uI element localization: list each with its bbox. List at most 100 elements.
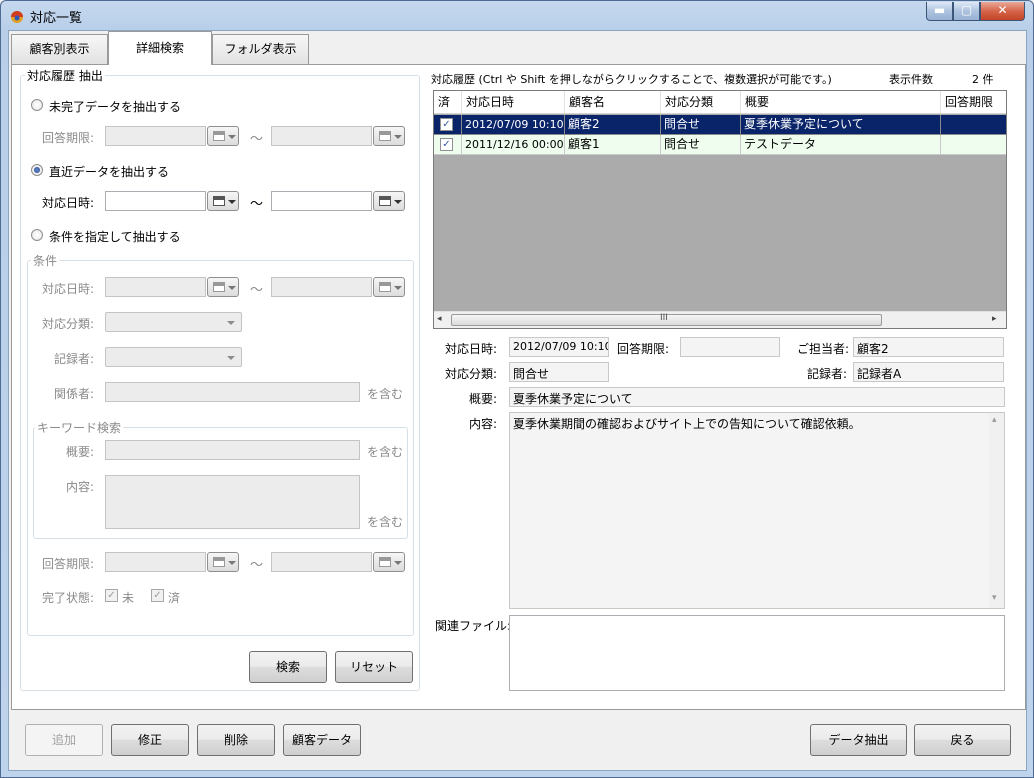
customer-data-button[interactable]: 顧客データ [283, 724, 361, 756]
maximize-button[interactable]: ▢ [953, 2, 980, 21]
scroll-down-arrow-icon[interactable]: ▾ [992, 593, 997, 603]
condition-date-to[interactable] [271, 277, 372, 297]
answer-deadline-label: 回答期限: [42, 131, 95, 145]
row-summary: 夏季休業予定について [741, 115, 941, 135]
condition-group-title: 条件 [31, 252, 60, 269]
detail-deadline-value [680, 337, 780, 357]
title-bar[interactable]: 対応一覧 ▬ ▢ ✕ [1, 1, 1033, 29]
detail-category-label: 対応分類: [445, 367, 498, 381]
chevron-down-icon [227, 356, 235, 360]
table-row[interactable]: ✓ 2012/07/09 10:10 顧客2 問合せ 夏季休業予定について [434, 115, 1006, 135]
range-tilde: ～ [250, 558, 264, 573]
row-category: 問合せ [661, 135, 741, 155]
column-header-customer[interactable]: 顧客名 [565, 91, 661, 114]
delete-button[interactable]: 削除 [197, 724, 275, 756]
detail-files-label: 関連ファイル: [435, 619, 512, 633]
data-extract-button[interactable]: データ抽出 [810, 724, 907, 756]
row-summary: テストデータ [741, 135, 941, 155]
row-category: 問合せ [661, 115, 741, 135]
radio-recent-label: 直近データを抽出する [49, 165, 170, 179]
answer-deadline2-label: 回答期限: [42, 557, 95, 571]
response-date-from-calendar-button[interactable] [207, 191, 239, 211]
column-header-deadline[interactable]: 回答期限 [941, 91, 1006, 114]
radio-condition[interactable] [31, 229, 43, 241]
scroll-right-arrow-icon[interactable]: ▸ [992, 314, 997, 324]
response-date-to-calendar-button[interactable] [373, 191, 405, 211]
status-incomplete-label: 未 [122, 591, 135, 605]
add-button[interactable]: 追加 [25, 724, 103, 756]
keyword-group-title: キーワード検索 [35, 419, 124, 436]
tab-customer-view[interactable]: 顧客別表示 [11, 34, 108, 64]
grid-horizontal-scrollbar[interactable]: ◂ III ▸ [434, 311, 1006, 328]
detail-recorder-label: 記録者: [807, 367, 848, 381]
detail-date-label: 対応日時: [445, 342, 498, 356]
column-header-category[interactable]: 対応分類 [661, 91, 741, 114]
dropdown-arrow-icon [228, 561, 236, 565]
condition-date-to-calendar-button[interactable] [373, 277, 405, 297]
history-label: 対応履歴 (Ctrl や Shift を押しながらクリックすることで、複数選択が… [431, 73, 832, 86]
dropdown-arrow-icon [228, 200, 236, 204]
answer-deadline-to[interactable] [271, 126, 372, 146]
detail-content-text: 夏季休業期間の確認およびサイト上での告知について確認依頼。 [513, 417, 861, 431]
dropdown-arrow-icon [394, 135, 402, 139]
tab-panel-detail-search: 対応履歴 抽出 未完了データを抽出する 回答期限: ～ 直近データを抽出する 対… [11, 64, 1026, 710]
reset-button[interactable]: リセット [335, 651, 413, 683]
range-tilde: ～ [250, 197, 264, 212]
range-tilde: ～ [250, 283, 264, 298]
answer-deadline2-to[interactable] [271, 552, 372, 572]
scroll-up-arrow-icon[interactable]: ▴ [992, 415, 997, 425]
minimize-button[interactable]: ▬ [926, 2, 953, 21]
calendar-icon [379, 131, 391, 141]
tab-detail-search[interactable]: 詳細検索 [108, 31, 212, 65]
status-incomplete-checkbox[interactable]: ✓ [105, 589, 118, 602]
column-header-done[interactable]: 済 [434, 91, 462, 114]
edit-button[interactable]: 修正 [111, 724, 189, 756]
dropdown-arrow-icon [394, 200, 402, 204]
back-button[interactable]: 戻る [914, 724, 1011, 756]
detail-deadline-label: 回答期限: [617, 342, 670, 356]
condition-related-input[interactable] [105, 382, 360, 402]
range-tilde: ～ [250, 132, 264, 147]
detail-owner-label: ご担当者: [797, 342, 850, 356]
table-row[interactable]: ✓ 2011/12/16 00:00 顧客1 問合せ テストデータ [434, 135, 1006, 155]
row-done-checkbox[interactable]: ✓ [440, 138, 453, 151]
detail-summary-label: 概要: [469, 392, 498, 406]
response-date-to[interactable] [271, 191, 372, 211]
condition-recorder-label: 記録者: [54, 352, 95, 366]
condition-category-select[interactable] [105, 312, 242, 332]
detail-owner-value: 顧客2 [853, 337, 1004, 357]
status-done-checkbox[interactable]: ✓ [151, 589, 164, 602]
extract-group-title: 対応履歴 抽出 [25, 67, 105, 84]
answer-deadline2-from[interactable] [105, 552, 206, 572]
tab-folder-view[interactable]: フォルダ表示 [212, 34, 309, 64]
detail-summary-value: 夏季休業予定について [509, 387, 1005, 407]
related-files-list[interactable] [509, 615, 1005, 691]
keyword-content-input[interactable] [105, 475, 360, 529]
column-header-summary[interactable]: 概要 [741, 91, 941, 114]
response-date-from[interactable] [105, 191, 206, 211]
chevron-down-icon [227, 321, 235, 325]
keyword-summary-input[interactable] [105, 440, 360, 460]
scroll-left-arrow-icon[interactable]: ◂ [437, 314, 442, 324]
scroll-thumb[interactable]: III [451, 313, 882, 326]
radio-incomplete[interactable] [31, 99, 43, 111]
calendar-icon [213, 196, 225, 206]
dropdown-arrow-icon [228, 286, 236, 290]
answer-deadline2-from-calendar-button[interactable] [207, 552, 239, 572]
condition-recorder-select[interactable] [105, 347, 242, 367]
answer-deadline2-to-calendar-button[interactable] [373, 552, 405, 572]
answer-deadline-to-calendar-button[interactable] [373, 126, 405, 146]
condition-date-from[interactable] [105, 277, 206, 297]
column-header-date[interactable]: 対応日時 [462, 91, 565, 114]
row-done-checkbox[interactable]: ✓ [440, 118, 453, 131]
search-button[interactable]: 検索 [249, 651, 327, 683]
close-button[interactable]: ✕ [980, 2, 1025, 21]
dropdown-arrow-icon [228, 135, 236, 139]
content-vertical-scrollbar[interactable]: ▴ ▾ [989, 413, 1004, 608]
condition-date-from-calendar-button[interactable] [207, 277, 239, 297]
answer-deadline-from-calendar-button[interactable] [207, 126, 239, 146]
radio-recent[interactable] [31, 164, 43, 176]
answer-deadline-from[interactable] [105, 126, 206, 146]
calendar-icon [213, 557, 225, 567]
history-grid[interactable]: 済 対応日時 顧客名 対応分類 概要 回答期限 ✓ 2012/07/09 10:… [433, 90, 1007, 329]
